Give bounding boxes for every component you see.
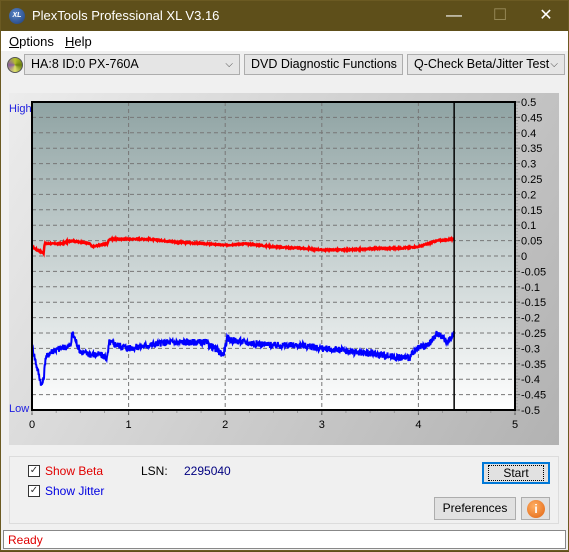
y-tick-label: 0.5 [521, 97, 536, 109]
x-tick-label: 2 [222, 419, 228, 431]
status-text: Ready [8, 533, 43, 547]
x-tick-label: 4 [415, 419, 421, 431]
show-beta-checkbox[interactable]: ✓ [28, 465, 40, 477]
y-tick-label: -0.5 [521, 405, 540, 417]
status-bar: Ready [3, 530, 566, 549]
show-jitter-label[interactable]: Show Jitter [45, 484, 104, 498]
y-tick-label: 0.15 [521, 205, 542, 217]
show-jitter-checkbox[interactable]: ✓ [28, 485, 40, 497]
start-button-label: Start [488, 465, 544, 481]
lsn-value: 2295040 [184, 464, 231, 478]
y-tick-label: -0.15 [521, 297, 546, 309]
y-tick-label: 0.1 [521, 220, 536, 232]
start-button[interactable]: Start [482, 462, 550, 484]
x-tick-label: 5 [512, 419, 518, 431]
app-window: XL PlexTools Professional XL V3.16 — ☐ ✕… [0, 0, 569, 551]
y-tick-label: 0.25 [521, 174, 542, 186]
y-tick-label: 0.3 [521, 159, 536, 171]
y-tick-label: 0.05 [521, 236, 542, 248]
y-tick-label: -0.35 [521, 359, 546, 371]
y-tick-label: -0.05 [521, 266, 546, 278]
y-tick-label: 0 [521, 251, 527, 263]
y-tick-label: 0.45 [521, 112, 542, 124]
x-tick-label: 3 [319, 419, 325, 431]
y-tick-label: -0.3 [521, 343, 540, 355]
lsn-label: LSN: [141, 464, 168, 478]
info-icon: i [527, 500, 545, 518]
y-tick-label: -0.4 [521, 374, 540, 386]
y-tick-label: -0.25 [521, 328, 546, 340]
x-tick-label: 0 [29, 419, 35, 431]
y-tick-label: 0.35 [521, 143, 542, 155]
preferences-button[interactable]: Preferences [434, 497, 516, 520]
high-label: High [9, 103, 32, 115]
y-tick-label: -0.1 [521, 282, 540, 294]
y-tick-label: 0.4 [521, 128, 536, 140]
y-tick-label: -0.2 [521, 313, 540, 325]
show-beta-label[interactable]: Show Beta [45, 464, 103, 478]
y-tick-label: -0.45 [521, 390, 546, 402]
y-tick-label: 0.2 [521, 189, 536, 201]
low-label: Low [9, 403, 29, 415]
x-tick-label: 1 [126, 419, 132, 431]
